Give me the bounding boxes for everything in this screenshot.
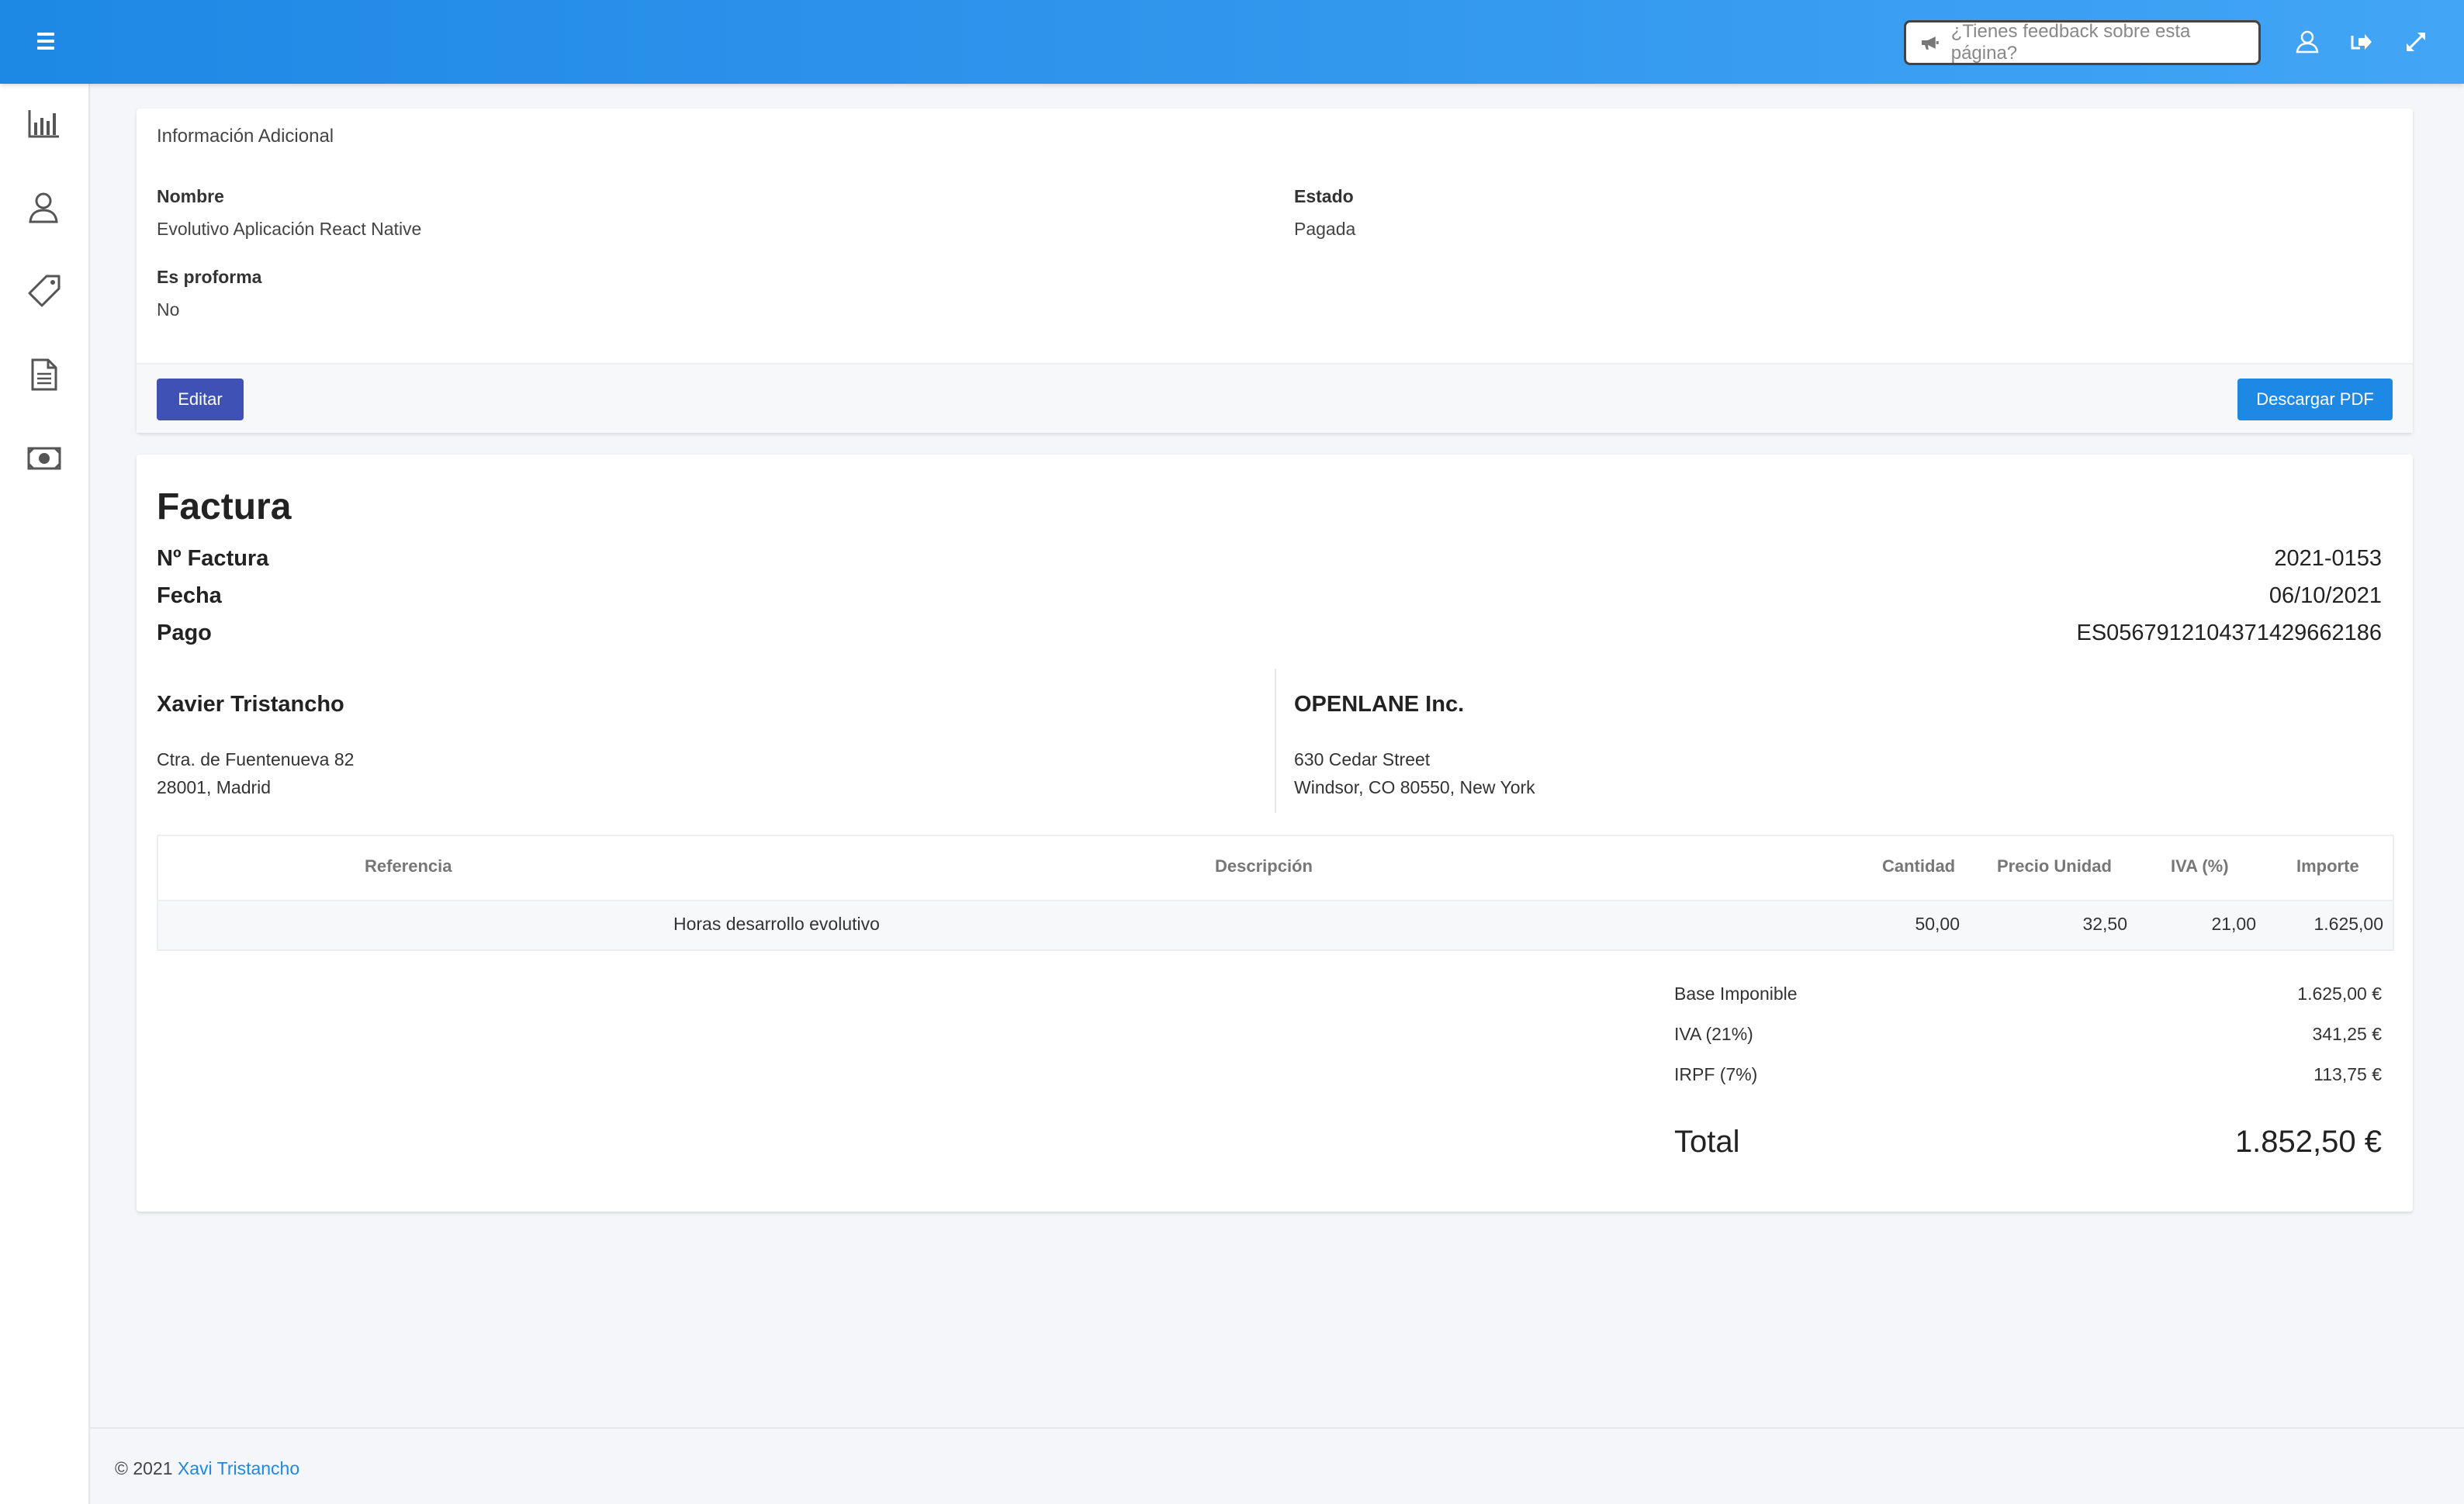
irpf-value: 113,75 €	[2313, 1064, 2382, 1084]
cell-descripcion: Horas desarrollo evolutivo	[673, 914, 880, 934]
invoice-title: Factura	[157, 486, 292, 527]
chart-icon[interactable]	[26, 105, 62, 141]
author-link[interactable]: Xavi Tristancho	[178, 1458, 299, 1478]
menu-icon[interactable]	[34, 29, 59, 53]
feedback-input[interactable]: ¿Tienes feedback sobre esta página?	[1904, 20, 2261, 65]
money-icon[interactable]	[26, 441, 62, 476]
estado-value: Pagada	[1294, 219, 1356, 239]
footer-text: © 2021 Xavi Tristancho	[115, 1458, 299, 1479]
client-address-line2: Windsor, CO 80550, New York	[1294, 777, 1535, 797]
user-icon[interactable]	[2293, 28, 2321, 56]
nombre-value: Evolutivo Aplicación React Native	[157, 219, 422, 239]
base-imponible-label: Base Imponible	[1674, 984, 1798, 1004]
top-bar: ¿Tienes feedback sobre esta página?	[0, 0, 2464, 84]
page-footer: © 2021 Xavi Tristancho	[90, 1427, 2464, 1504]
document-icon[interactable]	[26, 357, 62, 392]
edit-button[interactable]: Editar	[157, 379, 244, 420]
cell-precio-unidad: 32,50	[2082, 914, 2127, 934]
issuer-address-line1: Ctra. de Fuentenueva 82	[157, 749, 355, 769]
feedback-placeholder: ¿Tienes feedback sobre esta página?	[1950, 21, 2191, 64]
irpf-label: IRPF (7%)	[1674, 1064, 1758, 1084]
invoice-lines-table: Referencia Descripción Cantidad Precio U…	[157, 835, 2394, 951]
info-card-footer: Editar Descargar PDF	[137, 363, 2413, 433]
invoice-number-value: 2021-0153	[2274, 546, 2382, 571]
estado-label: Estado	[1294, 186, 1354, 206]
total-label: Total	[1674, 1125, 1740, 1159]
column-header-precio-unidad: Precio Unidad	[1997, 856, 2112, 876]
fullscreen-icon[interactable]	[2402, 28, 2430, 56]
invoice-card: Factura Nº Factura 2021-0153 Fecha 06/10…	[137, 455, 2413, 1212]
invoice-date-label: Fecha	[157, 583, 222, 608]
invoice-payment-label: Pago	[157, 621, 212, 645]
users-icon[interactable]	[26, 189, 62, 225]
cell-cantidad: 50,00	[1915, 914, 1960, 934]
proforma-label: Es proforma	[157, 267, 262, 287]
issuer-name: Xavier Tristancho	[157, 692, 344, 717]
client-address-line1: 630 Cedar Street	[1294, 749, 1431, 769]
iva-value: 341,25 €	[2312, 1024, 2382, 1044]
party-divider	[1275, 669, 1276, 813]
total-value: 1.852,50 €	[2234, 1125, 2382, 1159]
download-pdf-button[interactable]: Descargar PDF	[2237, 379, 2393, 420]
invoice-date-value: 06/10/2021	[2268, 583, 2382, 608]
cell-importe: 1.625,00	[2313, 914, 2383, 934]
base-imponible-value: 1.625,00 €	[2297, 984, 2382, 1004]
invoice-payment-value: ES0567912104371429662186	[2076, 621, 2382, 645]
table-header: Referencia Descripción Cantidad Precio U…	[158, 836, 2393, 901]
issuer-address-line2: 28001, Madrid	[157, 777, 272, 797]
sidebar	[0, 84, 90, 1504]
column-header-descripcion: Descripción	[1215, 856, 1313, 876]
nombre-label: Nombre	[157, 186, 224, 206]
proforma-value: No	[157, 299, 180, 320]
tag-icon[interactable]	[26, 273, 62, 309]
column-header-importe: Importe	[2296, 856, 2359, 876]
logout-icon[interactable]	[2348, 28, 2376, 56]
cell-iva: 21,00	[2211, 914, 2256, 934]
megaphone-icon	[1921, 36, 1939, 50]
info-card: Información Adicional Nombre Evolutivo A…	[137, 109, 2413, 433]
column-header-referencia: Referencia	[365, 856, 452, 876]
client-name: OPENLANE Inc.	[1294, 692, 1465, 717]
info-card-title: Información Adicional	[157, 126, 334, 147]
column-header-cantidad: Cantidad	[1882, 856, 1956, 876]
table-row: Horas desarrollo evolutivo 50,00 32,50 2…	[158, 901, 2393, 949]
column-header-iva: IVA (%)	[2171, 856, 2229, 876]
copyright-text: © 2021	[115, 1458, 173, 1478]
iva-label: IVA (21%)	[1674, 1024, 1753, 1044]
invoice-number-label: Nº Factura	[157, 546, 269, 571]
